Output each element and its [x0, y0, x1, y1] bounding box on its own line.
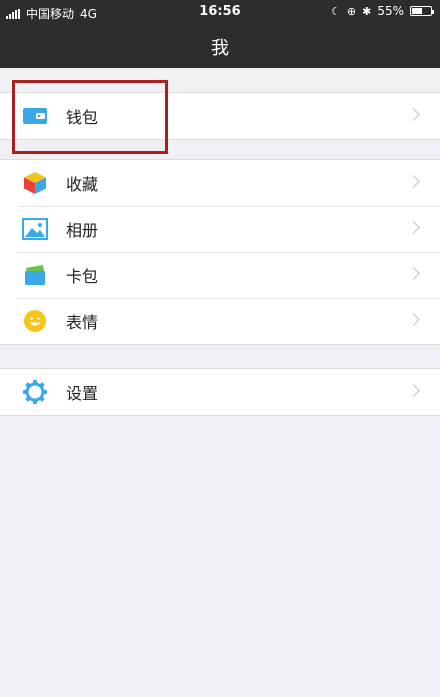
menu-item-emoji[interactable]: 表情 — [0, 298, 440, 344]
settings-gear-icon — [22, 380, 48, 404]
menu-item-label: 钱包 — [66, 108, 99, 127]
menu-item-label: 设置 — [66, 384, 99, 403]
status-bar: 中国移动 4G 16:56 ☾ ⊕ ✱ 55% — [0, 0, 440, 24]
page-title: 我 — [211, 38, 229, 59]
menu-item-label: 表情 — [66, 313, 99, 332]
battery-fill — [412, 8, 422, 14]
menu-item-card-package[interactable]: 卡包 — [0, 252, 440, 298]
card-package-icon — [22, 263, 48, 287]
wallet-icon — [22, 104, 48, 128]
menu-item-label: 收藏 — [66, 175, 99, 194]
album-picture-icon — [22, 217, 48, 241]
emoji-smiley-icon — [22, 309, 48, 333]
menu-item-album[interactable]: 相册 — [0, 206, 440, 252]
chevron-right-icon — [407, 108, 420, 121]
menu-item-label: 相册 — [66, 221, 99, 240]
battery-percent: 55% — [377, 4, 404, 18]
rotation-lock-icon: ⊕ — [346, 4, 357, 18]
battery-icon — [410, 6, 434, 16]
chevron-right-icon — [407, 221, 420, 234]
me-screen: 中国移动 4G 16:56 ☾ ⊕ ✱ 55% 我 钱包 收藏 相册 卡包 表情… — [0, 0, 440, 697]
menu-item-label: 卡包 — [66, 267, 99, 286]
chevron-right-icon — [407, 267, 420, 280]
group-settings: 设置 — [0, 368, 440, 416]
chevron-right-icon — [407, 175, 420, 188]
top-bar: 中国移动 4G 16:56 ☾ ⊕ ✱ 55% 我 — [0, 0, 440, 68]
chevron-right-icon — [407, 313, 420, 326]
group-content: 收藏 相册 卡包 表情 — [0, 159, 440, 345]
bluetooth-icon: ✱ — [362, 4, 372, 18]
moon-icon: ☾ — [331, 4, 341, 18]
group-wallet: 钱包 — [0, 92, 440, 140]
menu-item-settings[interactable]: 设置 — [0, 369, 440, 415]
chevron-right-icon — [407, 384, 420, 397]
menu-item-favorites[interactable]: 收藏 — [0, 160, 440, 206]
menu-item-wallet[interactable]: 钱包 — [0, 93, 440, 139]
favorites-cube-icon — [22, 171, 48, 195]
